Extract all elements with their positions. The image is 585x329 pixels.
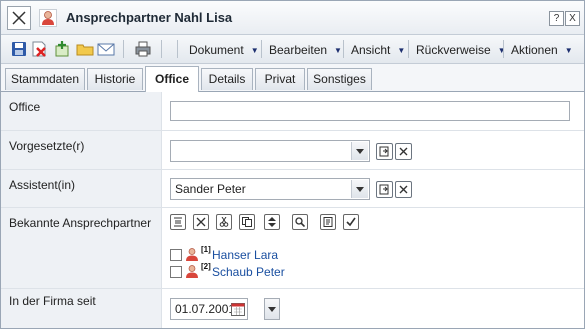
tab-sonstiges[interactable]: Sonstiges bbox=[307, 68, 372, 90]
cut-icon[interactable] bbox=[216, 214, 232, 230]
calendar-icon[interactable] bbox=[231, 302, 245, 316]
office-form: Office Vorgesetzte(r) Assistent(in) Sand… bbox=[1, 92, 584, 328]
toolbar-separator bbox=[503, 40, 504, 58]
tab-bar: Stammdaten Historie Office Details Priva… bbox=[1, 64, 584, 92]
firma-seit-label: In der Firma seit bbox=[9, 294, 96, 308]
menu-aktionen[interactable]: Aktionen ▼ bbox=[511, 43, 573, 57]
assistent-value: Sander Peter bbox=[175, 182, 246, 196]
save-icon[interactable] bbox=[10, 40, 28, 58]
assistent-clear-button[interactable] bbox=[395, 181, 412, 198]
person-icon bbox=[39, 9, 57, 27]
search-icon[interactable] bbox=[292, 214, 308, 230]
toolbar: Dokument ▼ Bearbeiten ▼ Ansicht ▼ Rückverwe… bbox=[1, 35, 584, 64]
remove-icon bbox=[399, 185, 408, 194]
assistent-row: Assistent(in) Sander Peter bbox=[1, 170, 584, 208]
open-record-icon bbox=[379, 146, 389, 157]
menu-ansicht[interactable]: Ansicht ▼ bbox=[351, 43, 405, 57]
tab-privat[interactable]: Privat bbox=[255, 68, 305, 90]
person-icon bbox=[186, 248, 198, 261]
close-button[interactable] bbox=[7, 6, 31, 30]
office-input[interactable] bbox=[170, 101, 570, 121]
chevron-down-icon bbox=[268, 307, 276, 312]
office-label: Office bbox=[9, 100, 41, 114]
toolbar-separator bbox=[123, 40, 124, 58]
person-icon bbox=[186, 265, 198, 278]
open-record-icon bbox=[379, 184, 389, 195]
remove-icon bbox=[399, 147, 408, 156]
firma-seit-value: 01.07.2001 bbox=[175, 302, 236, 316]
menu-label: Dokument bbox=[189, 43, 244, 57]
menu-bearbeiten[interactable]: Bearbeiten ▼ bbox=[269, 43, 342, 57]
menu-label: Ansicht bbox=[351, 43, 391, 57]
select-all-icon[interactable] bbox=[170, 214, 186, 230]
close-icon bbox=[12, 11, 26, 25]
copy-icon[interactable] bbox=[239, 214, 255, 230]
assistent-open-button[interactable] bbox=[376, 181, 393, 198]
contact-ref: [1] bbox=[201, 245, 211, 254]
chevron-down-icon[interactable] bbox=[351, 142, 368, 160]
vorgesetzte-select[interactable] bbox=[170, 140, 370, 162]
vorgesetzte-label-cell: Vorgesetzte(r) bbox=[1, 131, 162, 169]
menu-dokument[interactable]: Dokument ▼ bbox=[189, 43, 259, 57]
tab-office[interactable]: Office bbox=[145, 66, 199, 92]
chevron-down-icon: ▼ bbox=[497, 46, 506, 55]
bekannte-label: Bekannte Ansprechpartner bbox=[9, 216, 152, 230]
toolbar-separator bbox=[261, 40, 262, 58]
help-button[interactable]: ? bbox=[549, 11, 564, 26]
toolbar-separator bbox=[177, 40, 178, 58]
firma-seit-label-cell: In der Firma seit bbox=[1, 289, 162, 328]
menu-label: Bearbeiten bbox=[269, 43, 328, 57]
contact-link[interactable]: Hanser Lara bbox=[212, 248, 278, 262]
remove-icon[interactable] bbox=[193, 214, 209, 230]
email-icon[interactable] bbox=[97, 40, 115, 58]
contact-ref: [2] bbox=[201, 262, 211, 271]
chevron-down-icon: ▼ bbox=[397, 46, 406, 55]
bekannte-label-cell: Bekannte Ansprechpartner bbox=[1, 208, 162, 288]
tab-stammdaten[interactable]: Stammdaten bbox=[5, 68, 85, 90]
menu-label: Rückverweise bbox=[416, 43, 491, 57]
chevron-down-icon: ▼ bbox=[564, 46, 573, 55]
bekannte-row: Bekannte Ansprechpartner [1] Hanser Lara… bbox=[1, 208, 584, 289]
sort-icon[interactable] bbox=[264, 214, 280, 230]
title-bar: Ansprechpartner Nahl Lisa ? X bbox=[1, 1, 584, 35]
firma-seit-date-input[interactable]: 01.07.2001 bbox=[170, 298, 248, 320]
tab-details[interactable]: Details bbox=[201, 68, 253, 90]
firma-seit-row: In der Firma seit 01.07.2001 bbox=[1, 289, 584, 328]
menu-label: Aktionen bbox=[511, 43, 558, 57]
office-row: Office bbox=[1, 92, 584, 131]
window-close-button[interactable]: X bbox=[565, 11, 580, 26]
contact-link[interactable]: Schaub Peter bbox=[212, 265, 285, 279]
office-label-cell: Office bbox=[1, 92, 162, 130]
check-icon[interactable] bbox=[343, 214, 359, 230]
assistent-label: Assistent(in) bbox=[9, 178, 76, 192]
vorgesetzte-row: Vorgesetzte(r) bbox=[1, 131, 584, 170]
toolbar-separator bbox=[343, 40, 344, 58]
tab-historie[interactable]: Historie bbox=[87, 68, 143, 90]
print-icon[interactable] bbox=[134, 40, 152, 58]
toolbar-separator bbox=[161, 40, 162, 58]
date-dropdown-button[interactable] bbox=[264, 298, 280, 320]
details-icon[interactable] bbox=[320, 214, 336, 230]
assistent-label-cell: Assistent(in) bbox=[1, 170, 162, 207]
contact-window: Ansprechpartner Nahl Lisa ? X Dokument ▼… bbox=[0, 0, 585, 329]
chevron-down-icon: ▼ bbox=[334, 46, 342, 55]
delete-icon[interactable] bbox=[30, 40, 48, 58]
folder-icon[interactable] bbox=[76, 40, 94, 58]
assistent-select[interactable]: Sander Peter bbox=[170, 178, 370, 200]
vorgesetzte-label: Vorgesetzte(r) bbox=[9, 139, 85, 153]
new-icon[interactable] bbox=[53, 40, 71, 58]
chevron-down-icon[interactable] bbox=[351, 180, 368, 198]
window-title: Ansprechpartner Nahl Lisa bbox=[66, 10, 233, 25]
vorgesetzte-open-button[interactable] bbox=[376, 143, 393, 160]
vorgesetzte-clear-button[interactable] bbox=[395, 143, 412, 160]
contact-checkbox[interactable] bbox=[170, 266, 182, 278]
contact-checkbox[interactable] bbox=[170, 249, 182, 261]
menu-rueckverweise[interactable]: Rückverweise ▼ bbox=[416, 43, 506, 57]
toolbar-separator bbox=[408, 40, 409, 58]
chevron-down-icon: ▼ bbox=[250, 46, 259, 55]
